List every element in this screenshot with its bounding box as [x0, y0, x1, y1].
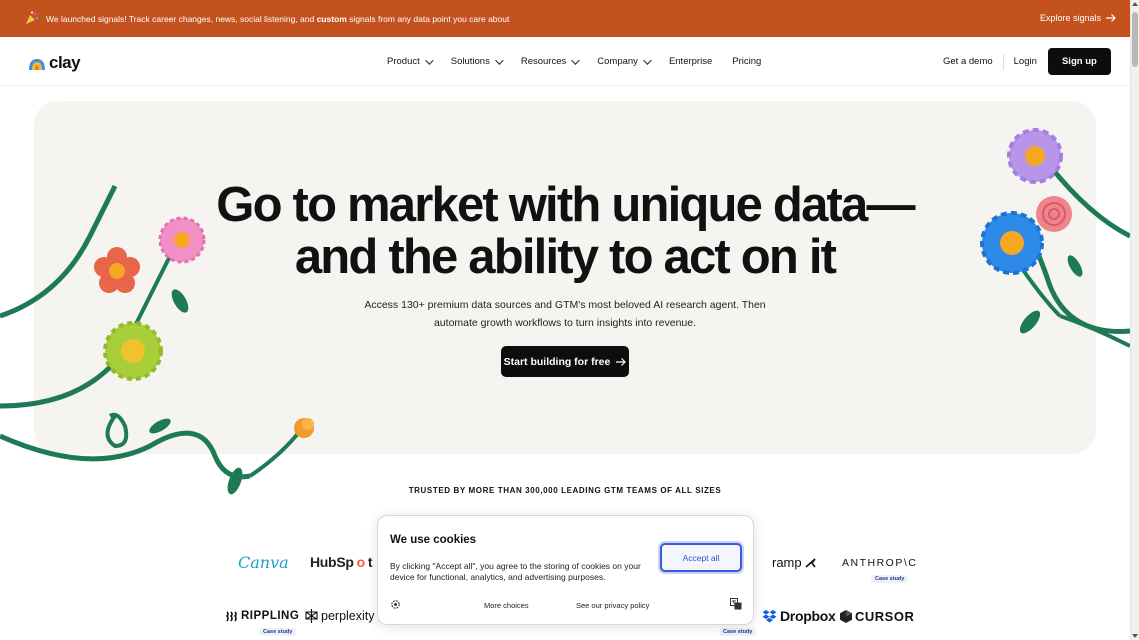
hubspot-sprocket: o: [356, 554, 366, 570]
arrow-right-icon: [616, 357, 627, 366]
account-nav: Get a demo Login Sign up: [943, 48, 1111, 75]
menu-item-resources[interactable]: Resources: [520, 55, 580, 67]
hero-subtitle: Access 130+ premium data sources and GTM…: [340, 296, 790, 332]
trusted-heading: TRUSTED BY MORE THAN 300,000 LEADING GTM…: [408, 486, 722, 495]
hubspot-logo: HubSp o t: [310, 554, 373, 570]
menu-label: Enterprise: [668, 56, 713, 67]
hubspot-text-end: t: [367, 554, 373, 570]
get-a-demo-link[interactable]: Get a demo: [943, 56, 993, 67]
cursor-logo: CURSOR: [840, 609, 914, 624]
rippling-mark-icon: [226, 610, 237, 621]
cookie-body: By clicking "Accept all", you agree to t…: [390, 561, 641, 582]
clay-logo[interactable]: clay: [28, 53, 81, 73]
chevron-down-icon: [495, 55, 504, 65]
announcement-bar: We launched signals! Track career change…: [0, 0, 1130, 37]
login-link[interactable]: Login: [1014, 56, 1037, 67]
main-menu: Product Solutions Resources Company Ente…: [387, 55, 781, 67]
dropbox-logo: Dropbox: [762, 608, 836, 624]
cookie-consent-dialog: We use cookies By clicking "Accept all",…: [377, 515, 754, 625]
perplexity-text: perplexity: [321, 609, 375, 623]
nav-divider: [1002, 53, 1004, 70]
menu-label: Company: [597, 56, 638, 67]
more-choices-link[interactable]: More choices: [484, 601, 529, 610]
hubspot-text: HubSp: [310, 554, 354, 570]
translate-icon[interactable]: [730, 598, 742, 610]
hero-headline: Go to market with unique data— and the a…: [170, 179, 960, 283]
explore-signals-link[interactable]: Explore signals: [1040, 13, 1116, 23]
cursor-text: CURSOR: [855, 609, 915, 624]
chevron-down-icon: [571, 55, 580, 65]
menu-label: Resources: [520, 56, 567, 67]
menu-label: Pricing: [732, 56, 762, 67]
ramp-text: ramp: [772, 555, 802, 570]
case-study-badge[interactable]: Case study: [719, 628, 757, 636]
perplexity-logo: perplexity: [305, 609, 375, 623]
gear-icon[interactable]: [390, 599, 401, 610]
start-building-button[interactable]: Start building for free: [501, 346, 629, 377]
cta-label: Start building for free: [503, 355, 611, 368]
anthropic-logo: ANTHROP\C: [842, 557, 918, 569]
rippling-logo: RIPPLING: [226, 610, 299, 622]
clay-logo-icon: [29, 58, 45, 70]
announcement-text: We launched signals! Track career change…: [46, 14, 510, 24]
menu-label: Solutions: [450, 56, 490, 67]
scroll-down-arrow-icon[interactable]: [1132, 634, 1138, 638]
headline-line-1: Go to market with unique data—: [216, 178, 915, 232]
dropbox-mark-icon: [762, 609, 777, 622]
menu-item-solutions[interactable]: Solutions: [450, 55, 504, 67]
brand-name: clay: [49, 53, 81, 72]
page-scrollbar[interactable]: [1130, 0, 1139, 640]
explore-signals-label: Explore signals: [1040, 13, 1102, 23]
chevron-down-icon: [643, 55, 652, 65]
menu-item-pricing[interactable]: Pricing: [732, 56, 761, 67]
scroll-up-arrow-icon[interactable]: [1132, 2, 1138, 6]
menu-item-product[interactable]: Product: [387, 55, 434, 67]
case-study-badge[interactable]: Case study: [259, 628, 297, 636]
cookie-title: We use cookies: [390, 534, 477, 546]
menu-label: Product: [387, 56, 420, 67]
top-navigation: clay Product Solutions Resources Company…: [0, 37, 1130, 86]
dropbox-text: Dropbox: [780, 608, 836, 624]
party-popper-icon: [26, 11, 39, 24]
canva-logo: Canva: [238, 553, 289, 572]
ramp-logo: ramp: [772, 555, 816, 570]
ramp-mark-icon: [805, 557, 816, 568]
subtitle-line-1: Access 130+ premium data sources and GTM…: [364, 299, 766, 311]
cursor-mark-icon: [840, 610, 852, 623]
scrollbar-thumb[interactable]: [1132, 12, 1138, 67]
chevron-down-icon: [424, 55, 434, 65]
subtitle-line-2: automate growth workflows to turn insigh…: [433, 317, 697, 329]
accept-all-button[interactable]: Accept all: [660, 543, 742, 572]
privacy-policy-link[interactable]: See our privacy policy: [576, 601, 649, 610]
case-study-badge[interactable]: Case study: [871, 575, 909, 583]
headline-line-2: and the ability to act on it: [294, 230, 837, 284]
perplexity-mark-icon: [305, 609, 318, 623]
sign-up-button[interactable]: Sign up: [1047, 48, 1111, 75]
rippling-text: RIPPLING: [241, 610, 300, 622]
arrow-right-icon: [1106, 14, 1116, 22]
menu-item-company[interactable]: Company: [597, 55, 652, 67]
menu-item-enterprise[interactable]: Enterprise: [669, 56, 712, 67]
